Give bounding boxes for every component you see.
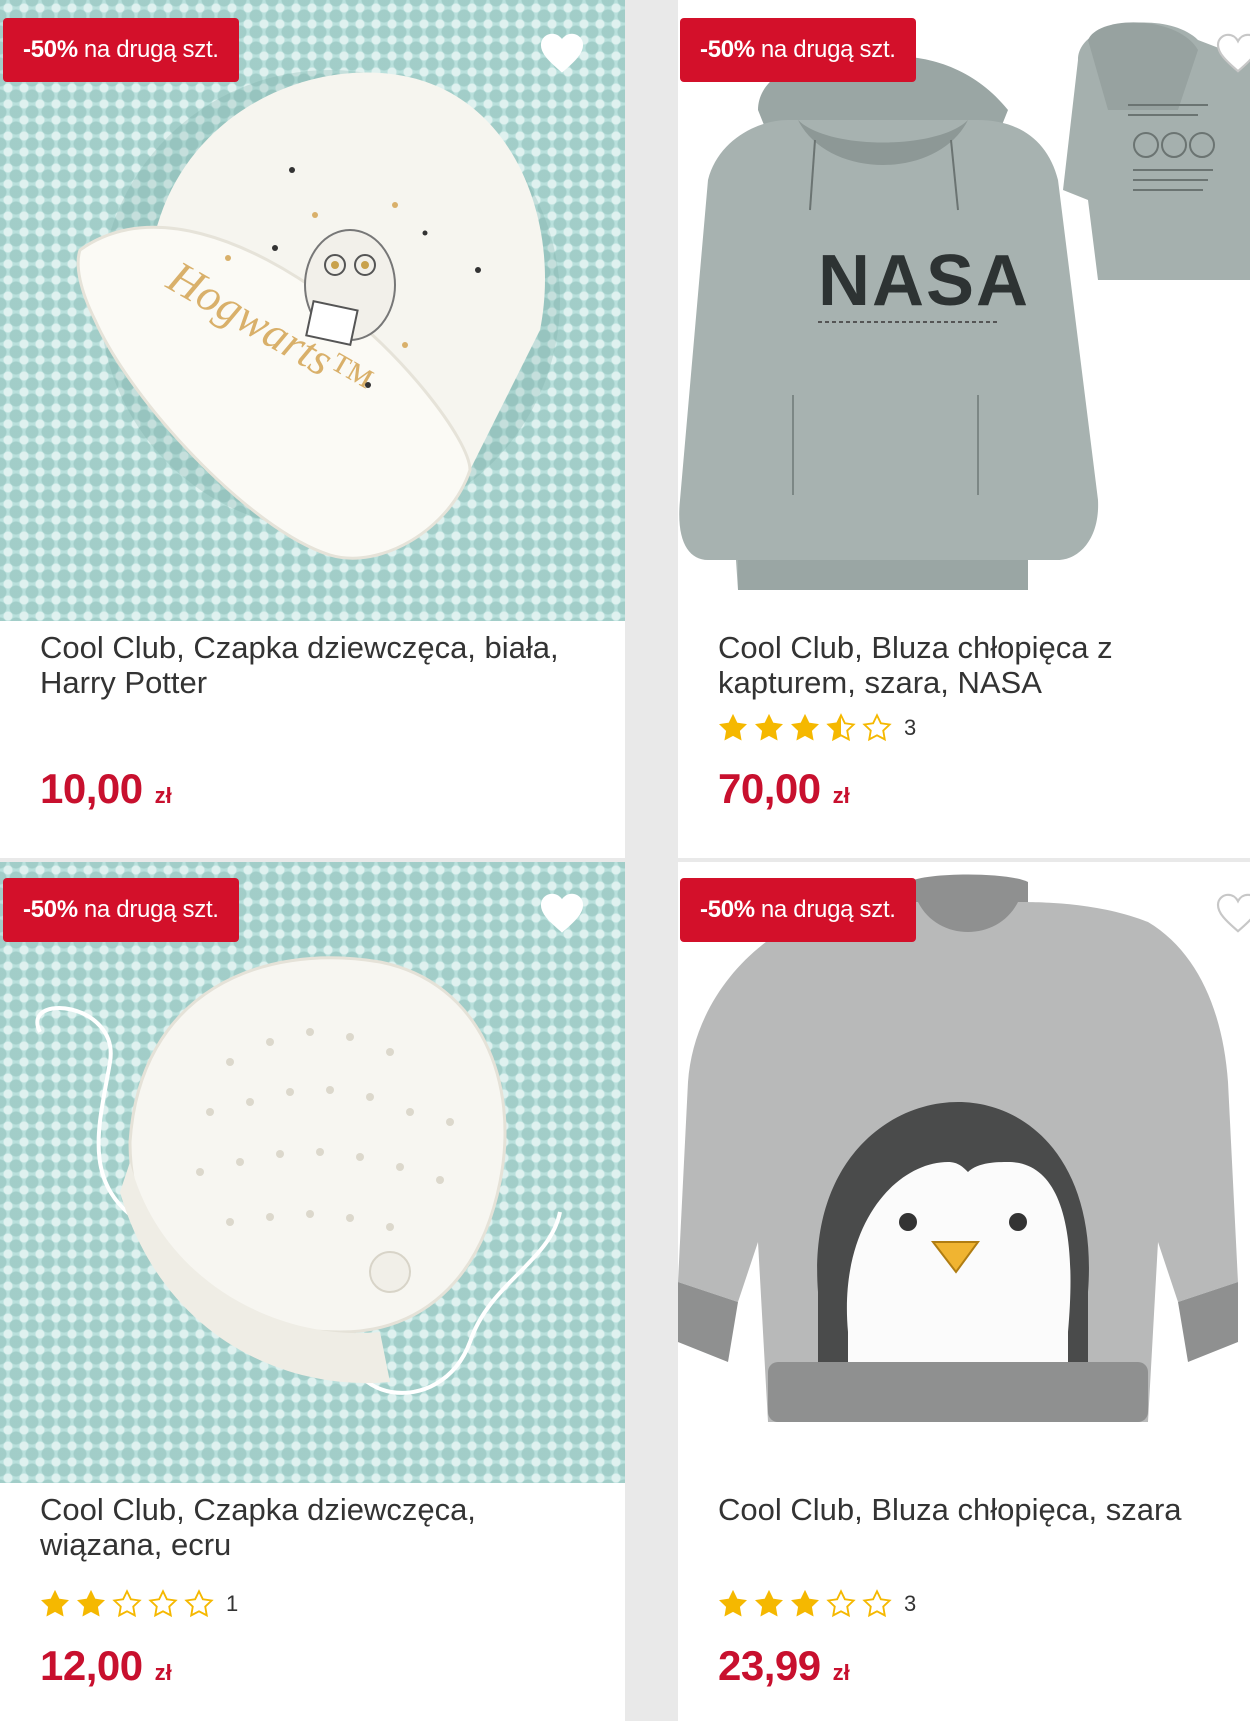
promo-badge: -50% na drugą szt. bbox=[3, 878, 239, 942]
product-price: 70,00 zł bbox=[718, 765, 850, 813]
price-amount: 10,00 bbox=[40, 765, 143, 812]
hoodie-nasa-image: NASA bbox=[679, 22, 1250, 590]
product-title[interactable]: Cool Club, Czapka dziewczęca, biała, Har… bbox=[40, 630, 595, 700]
promo-badge: -50% na drugą szt. bbox=[3, 18, 239, 82]
add-to-favorites-button[interactable] bbox=[1213, 28, 1250, 78]
rating-count: 1 bbox=[226, 1591, 239, 1616]
price-amount: 70,00 bbox=[718, 765, 821, 812]
star-full-icon bbox=[719, 713, 747, 741]
print-text: NASA bbox=[818, 241, 1030, 321]
star-full-icon bbox=[77, 1589, 105, 1617]
add-to-favorites-button[interactable] bbox=[537, 888, 587, 938]
promo-badge-text: na drugą szt. bbox=[83, 896, 219, 923]
star-full-icon bbox=[791, 1589, 819, 1617]
price-currency: zł bbox=[154, 783, 172, 808]
promo-badge-percent: -50% bbox=[23, 36, 78, 63]
product-price: 23,99 zł bbox=[718, 1642, 850, 1690]
heart-icon bbox=[540, 893, 584, 933]
rating-count: 3 bbox=[904, 1591, 917, 1616]
price-amount: 12,00 bbox=[40, 1642, 143, 1689]
star-empty-icon bbox=[826, 1589, 856, 1618]
promo-badge-percent: -50% bbox=[23, 896, 78, 923]
product-title[interactable]: Cool Club, Bluza chłopięca, szara bbox=[718, 1492, 1220, 1527]
heart-icon bbox=[1216, 893, 1250, 933]
product-price: 10,00 zł bbox=[40, 765, 172, 813]
promo-badge-text: na drugą szt. bbox=[760, 896, 896, 923]
knitted-bonnet-image bbox=[35, 956, 562, 1395]
promo-badge-text: na drugą szt. bbox=[760, 36, 896, 63]
product-image[interactable]: Hogwarts™ bbox=[0, 0, 625, 621]
product-image[interactable] bbox=[0, 862, 625, 1483]
product-price: 12,00 zł bbox=[40, 1642, 172, 1690]
product-title[interactable]: Cool Club, Czapka dziewczęca, wiązana, e… bbox=[40, 1492, 595, 1562]
star-empty-icon bbox=[862, 713, 892, 742]
promo-badge: -50% na drugą szt. bbox=[680, 878, 916, 942]
promo-badge-percent: -50% bbox=[700, 896, 755, 923]
product-card[interactable]: -50% na drugą szt. Cool Club, Bluza chło… bbox=[678, 862, 1250, 1721]
beanie-hogwarts-image: Hogwarts™ bbox=[76, 70, 560, 560]
star-empty-icon bbox=[148, 1589, 178, 1618]
product-image[interactable] bbox=[678, 862, 1250, 1483]
star-empty-icon bbox=[184, 1589, 214, 1618]
star-empty-icon bbox=[112, 1589, 142, 1618]
product-card[interactable]: NASA -50% na drugą szt. Cool Club, Bluza… bbox=[678, 0, 1250, 858]
promo-badge: -50% na drugą szt. bbox=[680, 18, 916, 82]
promo-badge-text: na drugą szt. bbox=[83, 36, 219, 63]
price-currency: zł bbox=[832, 1660, 850, 1685]
product-card[interactable]: -50% na drugą szt. Cool Club, Czapka dzi… bbox=[0, 862, 625, 1721]
star-full-icon bbox=[719, 1589, 747, 1617]
price-currency: zł bbox=[154, 1660, 172, 1685]
product-title[interactable]: Cool Club, Bluza chłopięca z kapturem, s… bbox=[718, 630, 1220, 700]
price-currency: zł bbox=[832, 783, 850, 808]
product-image[interactable]: NASA bbox=[678, 0, 1250, 621]
product-rating: 3 bbox=[718, 710, 916, 746]
product-rating: 3 bbox=[718, 1586, 916, 1622]
star-full-icon bbox=[41, 1589, 69, 1617]
star-half-icon bbox=[826, 713, 856, 742]
penguin-sweatshirt-image bbox=[678, 874, 1238, 1422]
heart-icon bbox=[1216, 33, 1250, 73]
star-empty-icon bbox=[862, 1589, 892, 1618]
star-full-icon bbox=[755, 1589, 783, 1617]
star-full-icon bbox=[791, 713, 819, 741]
add-to-favorites-button[interactable] bbox=[1213, 888, 1250, 938]
price-amount: 23,99 bbox=[718, 1642, 821, 1689]
heart-icon bbox=[540, 33, 584, 73]
product-card[interactable]: Hogwarts™ -50% na drugą szt. Cool Club, … bbox=[0, 0, 625, 858]
rating-count: 3 bbox=[904, 715, 917, 740]
add-to-favorites-button[interactable] bbox=[537, 28, 587, 78]
promo-badge-percent: -50% bbox=[700, 36, 755, 63]
star-full-icon bbox=[755, 713, 783, 741]
product-rating: 1 bbox=[40, 1586, 238, 1622]
